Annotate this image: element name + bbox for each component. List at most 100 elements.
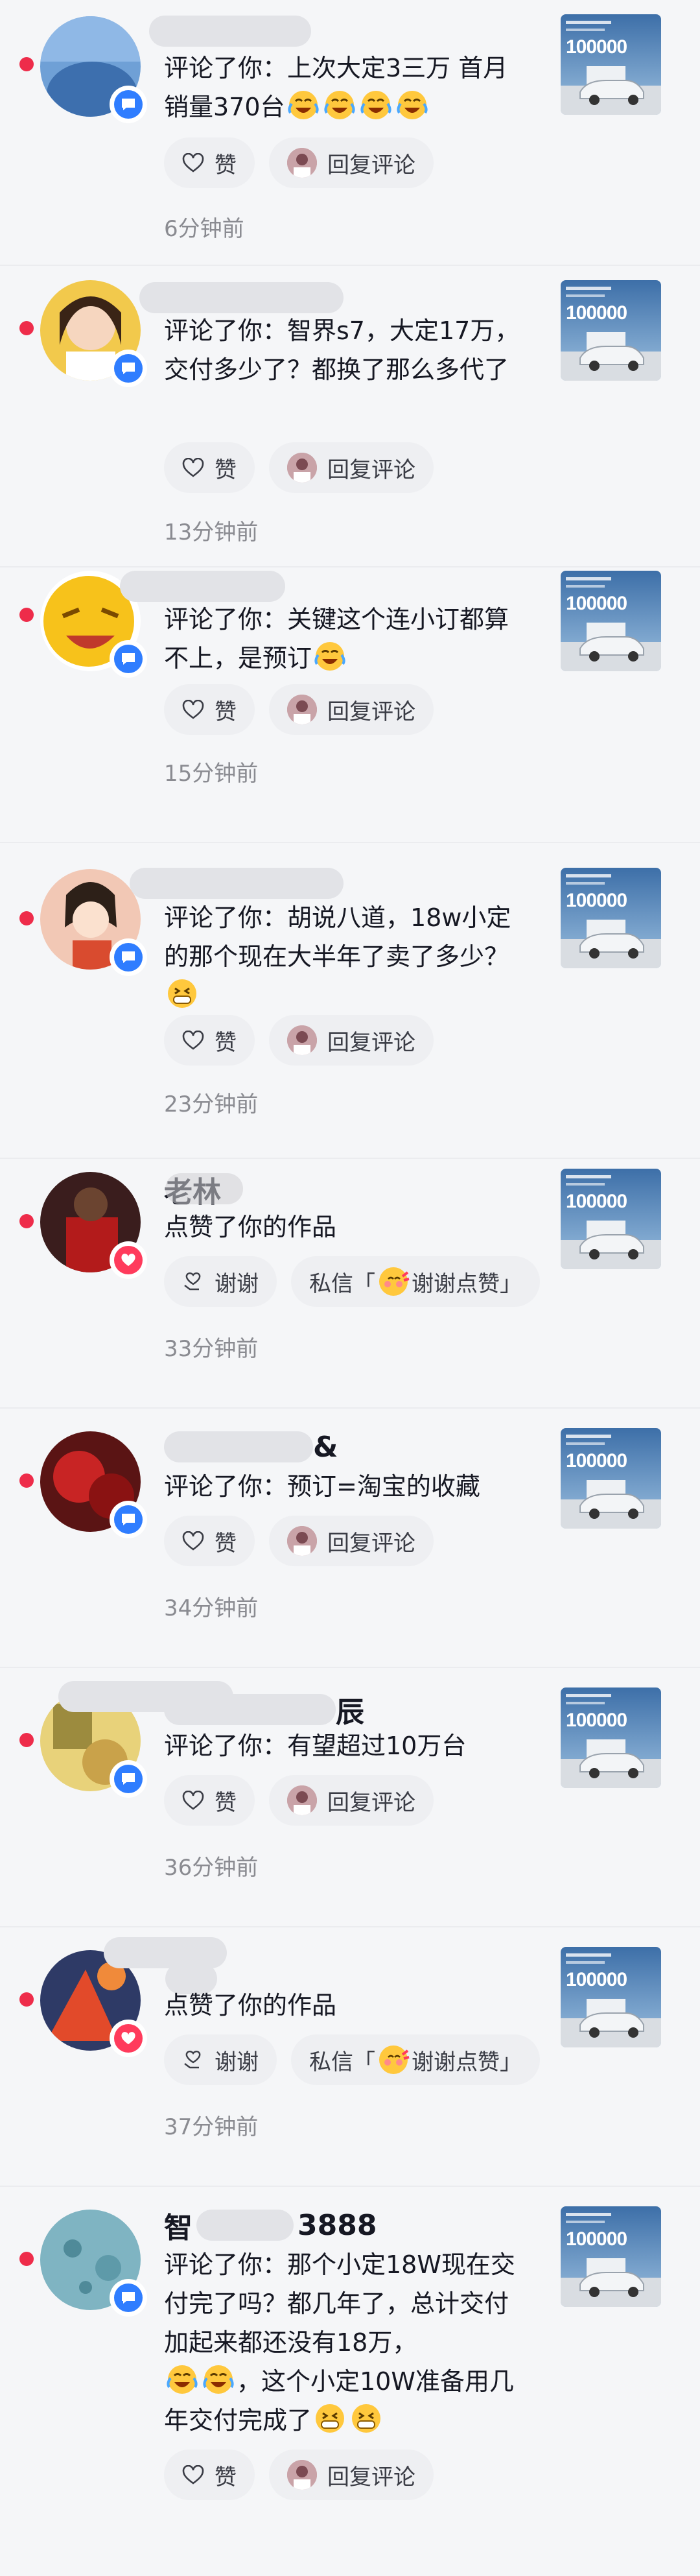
reply-comment-button[interactable]: 回复评论 xyxy=(269,1516,434,1566)
thumbnail-number: 100000 xyxy=(566,36,627,58)
thanks-button[interactable]: 谢谢 xyxy=(164,2034,277,2085)
unread-dot xyxy=(19,1473,34,1488)
my-avatar-icon xyxy=(287,453,317,483)
thumbnail-number: 100000 xyxy=(566,2228,627,2250)
blurred-username xyxy=(130,868,344,899)
reply-comment-button[interactable]: 回复评论 xyxy=(269,1015,434,1066)
my-avatar-icon xyxy=(287,695,317,724)
dm-thanks-button[interactable]: 私信「 谢谢点赞」 xyxy=(291,2034,540,2085)
hand-heart-icon xyxy=(182,1271,204,1292)
thumbnail-number: 100000 xyxy=(566,890,627,911)
notification-item[interactable]: 评论了你：上次大定3三万 首月销量370台 赞 回复评论 6分钟前 100000 xyxy=(0,0,700,266)
video-thumbnail[interactable]: 100000 xyxy=(561,280,661,381)
video-thumbnail[interactable]: 100000 xyxy=(561,868,661,968)
unread-dot xyxy=(19,1733,34,1747)
my-avatar-icon xyxy=(287,1025,317,1055)
unread-dot xyxy=(19,1214,34,1228)
like-button[interactable]: 赞 xyxy=(164,1775,255,1826)
timestamp: 33分钟前 xyxy=(164,1336,259,1362)
timestamp: 36分钟前 xyxy=(164,1855,259,1881)
heart-icon xyxy=(182,153,204,173)
notification-item[interactable]: 评论了你：胡说八道，18w小定的那个现在大半年了卖了多少？ 赞 回复评论 23分… xyxy=(0,843,700,1159)
thumbnail-number: 100000 xyxy=(566,593,627,614)
blurred-username xyxy=(196,2210,294,2241)
heart-badge-icon xyxy=(110,2020,147,2057)
laugh-cry-emoji-icon xyxy=(313,639,347,673)
blurred-username xyxy=(120,571,285,602)
notification-item[interactable]: 辰 评论了你：有望超过10万台 赞 回复评论 36分钟前 100000 xyxy=(0,1668,700,1927)
like-button[interactable]: 赞 xyxy=(164,1516,255,1566)
thanks-button[interactable]: 谢谢 xyxy=(164,1256,277,1307)
heart-icon xyxy=(182,1791,204,1810)
video-thumbnail[interactable]: 100000 xyxy=(561,2206,661,2307)
reply-comment-button[interactable]: 回复评论 xyxy=(269,1775,434,1826)
timestamp: 6分钟前 xyxy=(164,216,244,242)
notification-item[interactable]: 智 3888 评论了你：那个小定18W现在交付完了吗？都几年了，总计交付加起来都… xyxy=(0,2187,700,2576)
like-button[interactable]: 赞 xyxy=(164,1015,255,1066)
laugh-cry-emoji-icon xyxy=(165,2363,199,2396)
notification-text: 评论了你：上次大定3三万 首月销量370台 xyxy=(164,54,508,122)
grin-emoji-icon xyxy=(313,2402,347,2435)
laugh-cry-emoji-icon xyxy=(359,88,393,122)
comment-badge-icon xyxy=(110,350,147,387)
timestamp: 15分钟前 xyxy=(164,761,259,787)
notification-text: 评论了你：关键这个连小订都算不上，是预订 xyxy=(164,605,509,673)
blush-emoji-icon xyxy=(377,1265,410,1298)
my-avatar-icon xyxy=(287,1785,317,1815)
video-thumbnail[interactable]: 100000 xyxy=(561,14,661,115)
timestamp: 37分钟前 xyxy=(164,2114,259,2140)
unread-dot xyxy=(19,608,34,622)
video-thumbnail[interactable]: 100000 xyxy=(561,1169,661,1269)
reply-comment-button[interactable]: 回复评论 xyxy=(269,137,434,188)
thumbnail-number: 100000 xyxy=(566,1710,627,1731)
comment-badge-icon xyxy=(110,1501,147,1538)
notification-item[interactable]: 老林 点赞了你的作品 谢谢 私信「谢谢点赞」 33分钟前 100000 xyxy=(0,1159,700,1409)
notification-item[interactable]: 评论了你：智界s7，大定17万，交付多少了？都换了那么多代了 赞 回复评论 13… xyxy=(0,266,700,567)
laugh-cry-emoji-icon xyxy=(395,88,429,122)
reply-comment-button[interactable]: 回复评论 xyxy=(269,442,434,493)
laugh-cry-emoji-icon xyxy=(286,88,320,122)
timestamp: 13分钟前 xyxy=(164,519,259,545)
hand-heart-icon xyxy=(182,2049,204,2070)
timestamp: 34分钟前 xyxy=(164,1595,259,1621)
comment-badge-icon xyxy=(110,640,147,678)
comment-badge-icon xyxy=(110,938,147,976)
like-button[interactable]: 赞 xyxy=(164,137,255,188)
blurred-username xyxy=(149,16,311,47)
comment-badge-icon xyxy=(110,86,147,123)
username[interactable]: 智 xyxy=(164,2204,192,2246)
blurred-username xyxy=(139,282,344,313)
heart-icon xyxy=(182,1031,204,1050)
unread-dot xyxy=(19,911,34,925)
like-button[interactable]: 赞 xyxy=(164,684,255,735)
reply-comment-button[interactable]: 回复评论 xyxy=(269,2450,434,2500)
like-button[interactable]: 赞 xyxy=(164,2450,255,2500)
thumbnail-number: 100000 xyxy=(566,302,627,324)
notification-item[interactable]: 点赞了你的作品 谢谢 私信「 谢谢点赞」 37分钟前 100000 xyxy=(0,1927,700,2187)
like-button[interactable]: 赞 xyxy=(164,442,255,493)
laugh-cry-emoji-icon xyxy=(202,2363,235,2396)
blurred-username xyxy=(104,1937,227,1968)
notification-text: 评论了你：预订=淘宝的收藏 xyxy=(164,1472,480,1501)
unread-dot xyxy=(19,321,34,335)
thumbnail-number: 100000 xyxy=(566,1191,627,1212)
dm-thanks-button[interactable]: 私信「 谢谢点赞」 xyxy=(291,1256,540,1307)
heart-icon xyxy=(182,2465,204,2485)
heart-icon xyxy=(182,700,204,719)
grin-emoji-icon xyxy=(165,977,199,1010)
notification-item[interactable]: 评论了你：关键这个连小订都算不上，是预订 赞 回复评论 15分钟前 100000 xyxy=(0,567,700,843)
video-thumbnail[interactable]: 100000 xyxy=(561,1947,661,2047)
notification-item[interactable]: & 评论了你：预订=淘宝的收藏 赞 回复评论 34分钟前 100000 xyxy=(0,1409,700,1668)
username[interactable]: 辰 xyxy=(336,1689,364,1730)
heart-badge-icon xyxy=(110,1241,147,1279)
blush-emoji-icon xyxy=(377,2043,410,2077)
username[interactable]: & xyxy=(313,1431,338,1464)
my-avatar-icon xyxy=(287,2460,317,2490)
my-avatar-icon xyxy=(287,148,317,178)
video-thumbnail[interactable]: 100000 xyxy=(561,1688,661,1788)
blurred-username xyxy=(164,1431,313,1462)
video-thumbnail[interactable]: 100000 xyxy=(561,1428,661,1529)
heart-icon xyxy=(182,458,204,477)
video-thumbnail[interactable]: 100000 xyxy=(561,571,661,671)
reply-comment-button[interactable]: 回复评论 xyxy=(269,684,434,735)
